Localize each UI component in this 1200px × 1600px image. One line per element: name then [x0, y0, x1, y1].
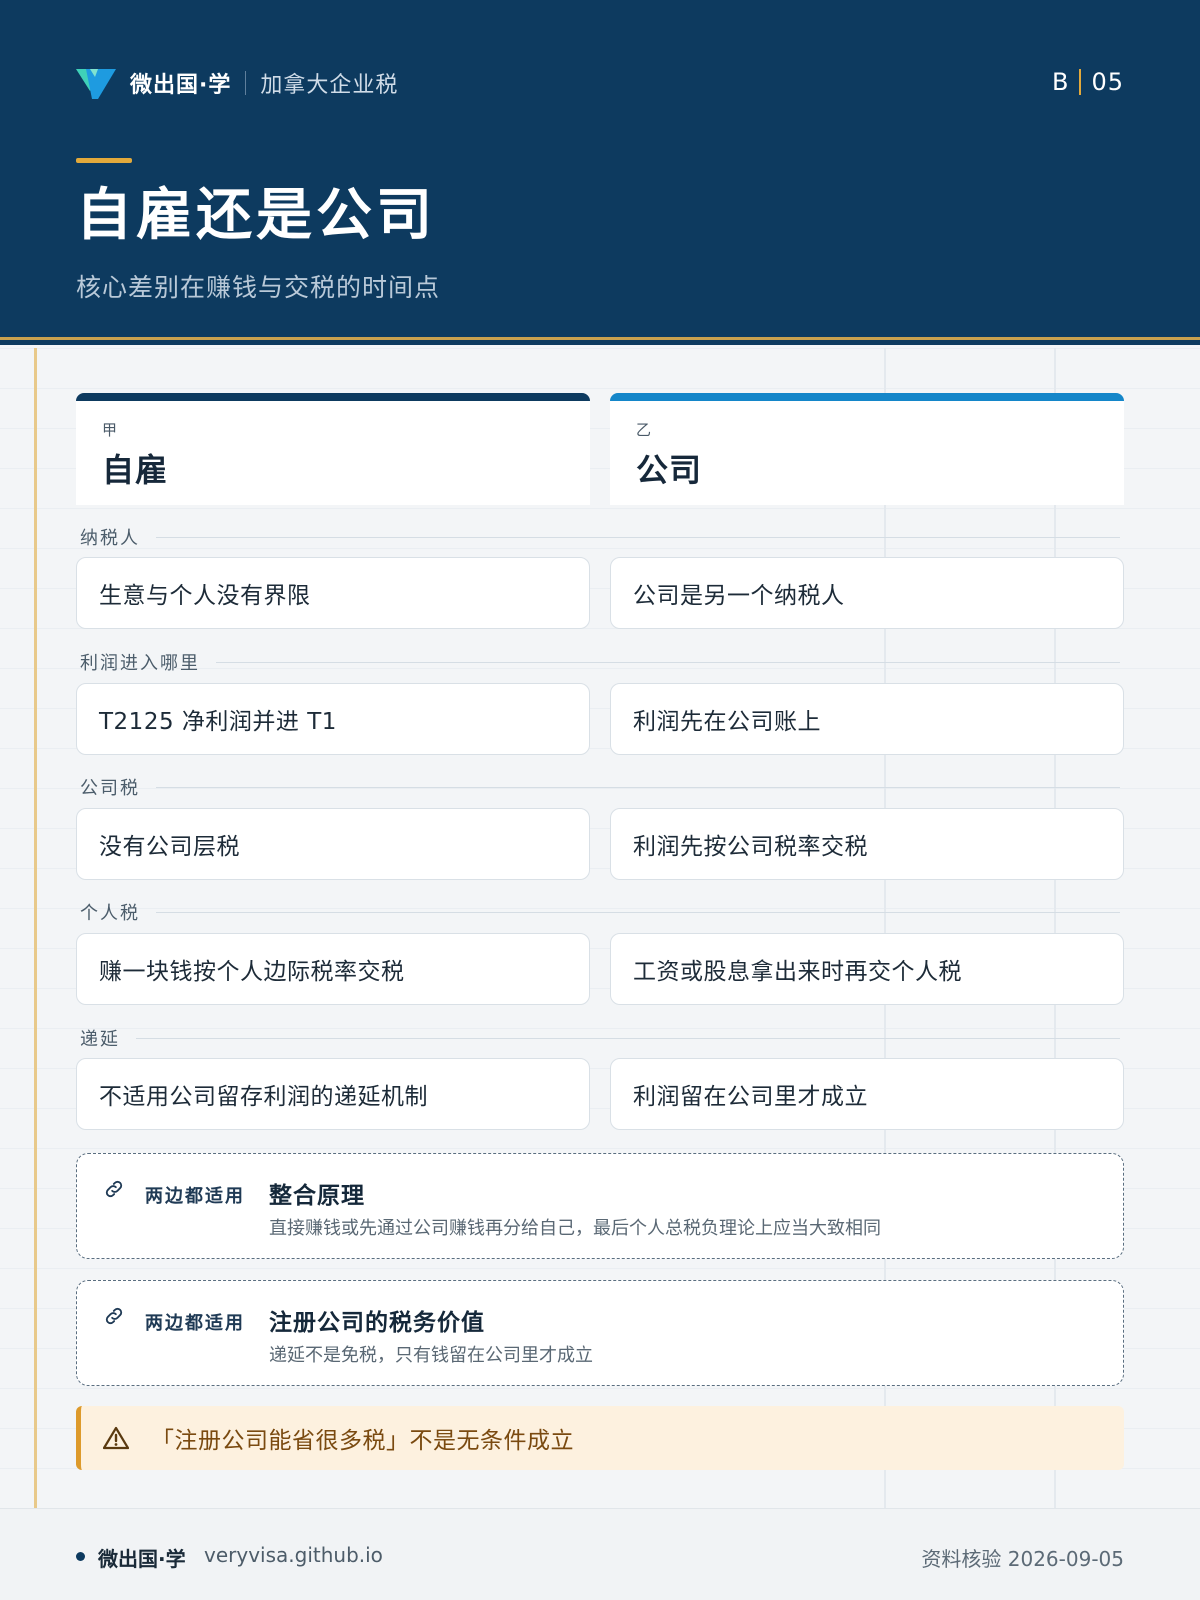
footer: 微出国·学 veryvisa.github.io 资料核验 2026-09-05 — [0, 1508, 1200, 1600]
footer-verified-date: 资料核验 2026-09-05 — [921, 1547, 1124, 1571]
header: 微出国·学 加拿大企业税 B 05 自雇还是公司 核心差别在赚钱与交税的时间点 — [0, 0, 1200, 345]
row-label-text: 纳税人 — [80, 528, 140, 549]
note-card: 两边都适用 整合原理 直接赚钱或先通过公司赚钱再分给自己，最后个人总税负理论上应… — [76, 1153, 1124, 1259]
cell-corporation: 公司是另一个纳税人 — [610, 557, 1124, 629]
column-tag: 甲 — [102, 421, 118, 439]
left-rail — [34, 348, 37, 1508]
link-icon — [105, 1180, 123, 1198]
footer-brand: 微出国·学 — [98, 1547, 186, 1571]
row-label: 公司税 — [80, 774, 1120, 800]
link-icon — [105, 1307, 123, 1325]
page-subtitle: 核心差别在赚钱与交税的时间点 — [76, 273, 441, 302]
page-number: 05 — [1091, 68, 1124, 96]
footer-url-link[interactable]: veryvisa.github.io — [204, 1543, 383, 1567]
column-header-self-employed: 甲 自雇 — [76, 393, 590, 505]
title-accent — [76, 158, 132, 163]
brand-logo-icon — [76, 69, 116, 99]
warning-icon — [103, 1426, 129, 1450]
note-title: 注册公司的税务价值 — [269, 1310, 485, 1336]
row-label: 递延 — [80, 1025, 1120, 1051]
row-label: 纳税人 — [80, 524, 1120, 550]
row-divider — [216, 661, 1120, 663]
column-title: 自雇 — [102, 451, 169, 489]
column-title: 公司 — [636, 451, 703, 489]
cell-self-employed: 不适用公司留存利润的递延机制 — [76, 1058, 590, 1130]
column-header-corporation: 乙 公司 — [610, 393, 1124, 505]
row-divider — [136, 1037, 1120, 1039]
cell-self-employed: 生意与个人没有界限 — [76, 557, 590, 629]
row-label-text: 个人税 — [80, 903, 140, 924]
row-label: 利润进入哪里 — [80, 649, 1120, 675]
page-code-divider — [1079, 69, 1082, 95]
cell-self-employed: 没有公司层税 — [76, 808, 590, 880]
note-tag: 两边都适用 — [145, 1313, 245, 1334]
note-title: 整合原理 — [269, 1183, 365, 1209]
row-label-text: 递延 — [80, 1029, 120, 1050]
cell-corporation: 利润先在公司账上 — [610, 683, 1124, 755]
brand-name: 微出国·学 — [130, 73, 232, 98]
cell-corporation: 利润留在公司里才成立 — [610, 1058, 1124, 1130]
brand-divider — [245, 71, 247, 95]
footer-dot — [76, 1552, 85, 1561]
row-divider — [156, 536, 1120, 538]
note-description: 递延不是免税，只有钱留在公司里才成立 — [269, 1345, 593, 1366]
row-divider — [156, 911, 1120, 913]
cell-corporation: 工资或股息拿出来时再交个人税 — [610, 933, 1124, 1005]
cell-corporation: 利润先按公司税率交税 — [610, 808, 1124, 880]
row-label-text: 利润进入哪里 — [80, 653, 200, 674]
row-label-text: 公司税 — [80, 778, 140, 799]
cell-self-employed: T2125 净利润并进 T1 — [76, 683, 590, 755]
column-tag: 乙 — [636, 421, 652, 439]
brand[interactable]: 微出国·学 加拿大企业税 — [76, 66, 398, 100]
warning-text: 「注册公司能省很多税」不是无条件成立 — [151, 1428, 574, 1454]
series-letter: B — [1051, 68, 1070, 96]
cell-self-employed: 赚一块钱按个人边际税率交税 — [76, 933, 590, 1005]
warning-banner: 「注册公司能省很多税」不是无条件成立 — [76, 1406, 1124, 1470]
brand-subtitle: 加拿大企业税 — [260, 73, 399, 98]
row-divider — [156, 786, 1120, 788]
page-title: 自雇还是公司 — [76, 183, 436, 248]
note-card: 两边都适用 注册公司的税务价值 递延不是免税，只有钱留在公司里才成立 — [76, 1280, 1124, 1386]
note-tag: 两边都适用 — [145, 1186, 245, 1207]
row-label: 个人税 — [80, 899, 1120, 925]
note-description: 直接赚钱或先通过公司赚钱再分给自己，最后个人总税负理论上应当大致相同 — [269, 1218, 881, 1239]
page-code: B 05 — [1052, 68, 1124, 96]
